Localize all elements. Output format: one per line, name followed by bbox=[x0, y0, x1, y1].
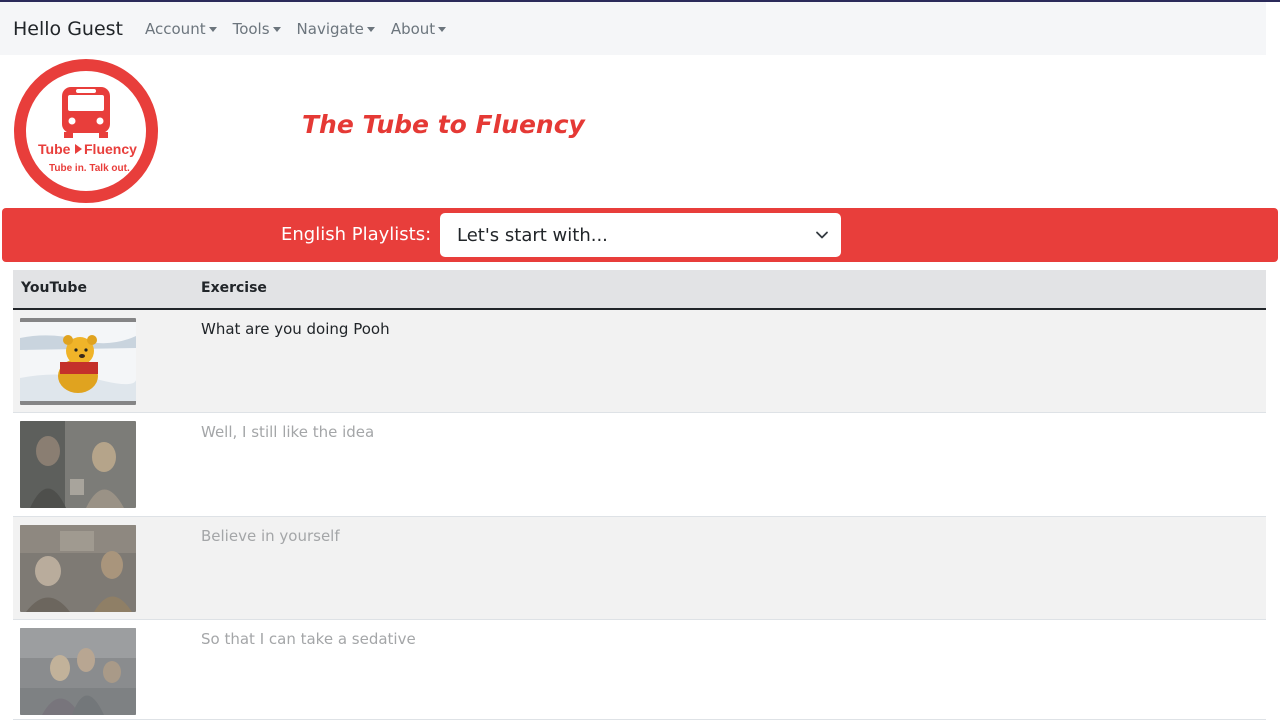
nav-menu-tools[interactable]: Tools bbox=[233, 20, 281, 38]
caret-down-icon bbox=[208, 26, 217, 32]
video-thumbnail[interactable] bbox=[20, 318, 136, 405]
nav-menu-account-label: Account bbox=[145, 19, 206, 38]
navbar: Hello Guest Account Tools Navigate About bbox=[0, 2, 1266, 55]
caret-down-icon bbox=[438, 26, 447, 32]
video-thumbnail[interactable] bbox=[20, 628, 136, 715]
table-row[interactable]: What are you doing Pooh bbox=[13, 310, 1266, 413]
logo-text-tube: Tube bbox=[38, 141, 71, 157]
header-exercise: Exercise bbox=[201, 280, 267, 296]
video-thumbnail[interactable] bbox=[20, 421, 136, 508]
playlist-select-value: Let's start with... bbox=[457, 224, 608, 246]
exercise-link[interactable]: So that I can take a sedative bbox=[201, 630, 416, 648]
nav-menu-account[interactable]: Account bbox=[145, 20, 217, 38]
logo-tagline: Tube in. Talk out. bbox=[49, 163, 130, 174]
playlist-label: English Playlists: bbox=[281, 224, 432, 245]
nav-menu-about-label: About bbox=[390, 19, 436, 38]
exercise-link[interactable]: Believe in yourself bbox=[201, 527, 340, 545]
bus-icon bbox=[62, 87, 110, 138]
table-row[interactable]: Well, I still like the idea bbox=[13, 413, 1266, 517]
exercise-link[interactable]: Well, I still like the idea bbox=[201, 423, 374, 441]
logo-text-fluency: Fluency bbox=[84, 141, 137, 157]
table-row[interactable]: Believe in yourself bbox=[13, 517, 1266, 620]
nav-menu-navigate-label: Navigate bbox=[296, 19, 364, 38]
playlist-bar: English Playlists: Let's start with... bbox=[2, 208, 1278, 262]
playlist-select[interactable]: Let's start with... bbox=[440, 213, 841, 257]
video-thumbnail[interactable] bbox=[20, 525, 136, 612]
navbar-brand[interactable]: Hello Guest bbox=[13, 18, 123, 40]
table-row[interactable]: So that I can take a sedative bbox=[13, 620, 1266, 720]
nav-menu-tools-label: Tools bbox=[232, 19, 270, 38]
chevron-down-icon bbox=[816, 231, 828, 239]
site-title: The Tube to Fluency bbox=[302, 110, 585, 139]
tube-to-fluency-logo[interactable]: Tube Fluency Tube in. Talk out. bbox=[13, 58, 159, 204]
exercise-link[interactable]: What are you doing Pooh bbox=[201, 320, 390, 338]
nav-menu-navigate[interactable]: Navigate bbox=[297, 20, 375, 38]
exercise-table: YouTube Exercise What are you doing Pooh bbox=[13, 270, 1266, 720]
table-header: YouTube Exercise bbox=[13, 270, 1266, 310]
caret-down-icon bbox=[366, 26, 375, 32]
nav-menu-about[interactable]: About bbox=[390, 19, 447, 38]
play-triangle-icon bbox=[75, 144, 82, 154]
header-youtube: YouTube bbox=[21, 280, 87, 296]
caret-down-icon bbox=[272, 26, 281, 32]
